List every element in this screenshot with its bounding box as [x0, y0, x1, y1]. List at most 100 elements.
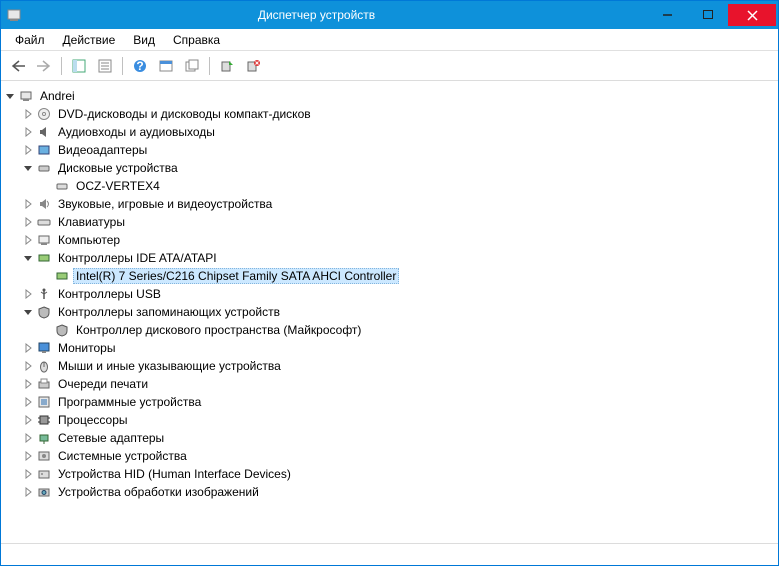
tree-node-label[interactable]: OCZ-VERTEX4 [73, 178, 163, 194]
window-title: Диспетчер устройств [25, 8, 648, 22]
tree-node-label[interactable]: Контроллер дискового пространства (Майкр… [73, 322, 364, 338]
tree-node-label[interactable]: Устройства обработки изображений [55, 484, 262, 500]
toolbar-separator [122, 57, 123, 75]
tree-category[interactable]: Мыши и иные указывающие устройства [21, 357, 776, 375]
tree-node-label[interactable]: Контроллеры USB [55, 286, 164, 302]
maximize-button[interactable] [688, 4, 728, 26]
tree-node-label[interactable]: Звуковые, игровые и видеоустройства [55, 196, 275, 212]
tree-node-label[interactable]: Видеоадаптеры [55, 142, 150, 158]
tree-category[interactable]: Контроллеры USB [21, 285, 776, 303]
expander-icon[interactable] [21, 287, 35, 301]
tree-category[interactable]: Системные устройства [21, 447, 776, 465]
tree-category[interactable]: Очереди печати [21, 375, 776, 393]
toolbar-separator [209, 57, 210, 75]
tree-category[interactable]: Звуковые, игровые и видеоустройства [21, 195, 776, 213]
expander-icon[interactable] [21, 197, 35, 211]
expander-icon[interactable] [21, 125, 35, 139]
toolbar-uninstall-button[interactable] [242, 55, 264, 77]
ide-icon [35, 251, 53, 265]
tree-node-label[interactable]: Andrei [37, 88, 78, 104]
print-queue-icon [35, 377, 53, 391]
expander-icon[interactable] [21, 305, 35, 319]
software-icon [35, 395, 53, 409]
toolbar-show-hide-button[interactable] [68, 55, 90, 77]
menu-view[interactable]: Вид [125, 31, 163, 49]
expander-icon[interactable] [21, 413, 35, 427]
toolbar-action2-button[interactable] [181, 55, 203, 77]
tree-category[interactable]: Устройства обработки изображений [21, 483, 776, 501]
tree-node-label[interactable]: Мыши и иные указывающие устройства [55, 358, 284, 374]
tree-node-label[interactable]: Компьютер [55, 232, 123, 248]
minimize-button[interactable] [648, 4, 688, 26]
toolbar-properties-button[interactable] [94, 55, 116, 77]
tree-node-label[interactable]: Системные устройства [55, 448, 190, 464]
expander-icon[interactable] [21, 431, 35, 445]
expander-icon[interactable] [3, 89, 17, 103]
network-icon [35, 431, 53, 445]
toolbar-back-button[interactable] [7, 55, 29, 77]
menu-help[interactable]: Справка [165, 31, 228, 49]
tree-category[interactable]: Мониторы [21, 339, 776, 357]
svg-text:?: ? [136, 59, 143, 73]
tree-category[interactable]: Дисковые устройства [21, 159, 776, 177]
expander-icon[interactable] [21, 251, 35, 265]
tree-node-label[interactable]: Очереди печати [55, 376, 151, 392]
tree-leaf[interactable]: OCZ-VERTEX4 [39, 177, 776, 195]
expander-icon[interactable] [21, 161, 35, 175]
menu-file[interactable]: Файл [7, 31, 53, 49]
tree-node-label[interactable]: Процессоры [55, 412, 131, 428]
tree-node-label[interactable]: DVD-дисководы и дисководы компакт-дисков [55, 106, 314, 122]
device-tree-container[interactable]: Andrei DVD-дисководы и дисководы компакт-… [1, 81, 778, 543]
tree-node-label[interactable]: Контроллеры запоминающих устройств [55, 304, 283, 320]
ide-item-icon [53, 269, 71, 283]
disk-drive-icon [53, 179, 71, 193]
toolbar: ? [1, 51, 778, 81]
tree-category[interactable]: Контроллеры запоминающих устройств [21, 303, 776, 321]
expander-icon[interactable] [21, 485, 35, 499]
menu-action[interactable]: Действие [55, 31, 124, 49]
tree-category[interactable]: Сетевые адаптеры [21, 429, 776, 447]
tree-category[interactable]: Аудиовходы и аудиовыходы [21, 123, 776, 141]
tree-category[interactable]: Видеоадаптеры [21, 141, 776, 159]
tree-node-label[interactable]: Сетевые адаптеры [55, 430, 167, 446]
tree-category[interactable]: Клавиатуры [21, 213, 776, 231]
video-icon [35, 143, 53, 157]
close-button[interactable] [728, 4, 776, 26]
expander-icon[interactable] [21, 233, 35, 247]
tree-category[interactable]: Программные устройства [21, 393, 776, 411]
computer-root-icon [17, 89, 35, 103]
expander-icon[interactable] [21, 341, 35, 355]
audio-icon [35, 125, 53, 139]
expander-icon[interactable] [21, 359, 35, 373]
tree-leaf[interactable]: Контроллер дискового пространства (Майкр… [39, 321, 776, 339]
tree-root-node[interactable]: Andrei [3, 87, 776, 105]
tree-node-label[interactable]: Аудиовходы и аудиовыходы [55, 124, 218, 140]
tree-node-label[interactable]: Клавиатуры [55, 214, 128, 230]
expander-icon[interactable] [21, 395, 35, 409]
tree-node-label[interactable]: Контроллеры IDE ATA/ATAPI [55, 250, 220, 266]
expander-icon[interactable] [21, 449, 35, 463]
tree-node-label[interactable]: Мониторы [55, 340, 118, 356]
dvd-icon [35, 107, 53, 121]
tree-category[interactable]: Контроллеры IDE ATA/ATAPI [21, 249, 776, 267]
statusbar [1, 543, 778, 565]
tree-node-label[interactable]: Дисковые устройства [55, 160, 181, 176]
expander-icon[interactable] [21, 143, 35, 157]
toolbar-action1-button[interactable] [155, 55, 177, 77]
expander-icon[interactable] [21, 467, 35, 481]
usb-icon [35, 287, 53, 301]
tree-node-label[interactable]: Программные устройства [55, 394, 204, 410]
toolbar-forward-button[interactable] [33, 55, 55, 77]
expander-icon[interactable] [21, 377, 35, 391]
tree-category[interactable]: Процессоры [21, 411, 776, 429]
tree-category[interactable]: DVD-дисководы и дисководы компакт-дисков [21, 105, 776, 123]
tree-node-label[interactable]: Устройства HID (Human Interface Devices) [55, 466, 294, 482]
toolbar-scan-button[interactable] [216, 55, 238, 77]
expander-icon[interactable] [21, 107, 35, 121]
tree-category[interactable]: Компьютер [21, 231, 776, 249]
toolbar-help-button[interactable]: ? [129, 55, 151, 77]
expander-icon[interactable] [21, 215, 35, 229]
tree-leaf[interactable]: Intel(R) 7 Series/C216 Chipset Family SA… [39, 267, 776, 285]
tree-category[interactable]: Устройства HID (Human Interface Devices) [21, 465, 776, 483]
tree-node-label[interactable]: Intel(R) 7 Series/C216 Chipset Family SA… [73, 268, 399, 284]
